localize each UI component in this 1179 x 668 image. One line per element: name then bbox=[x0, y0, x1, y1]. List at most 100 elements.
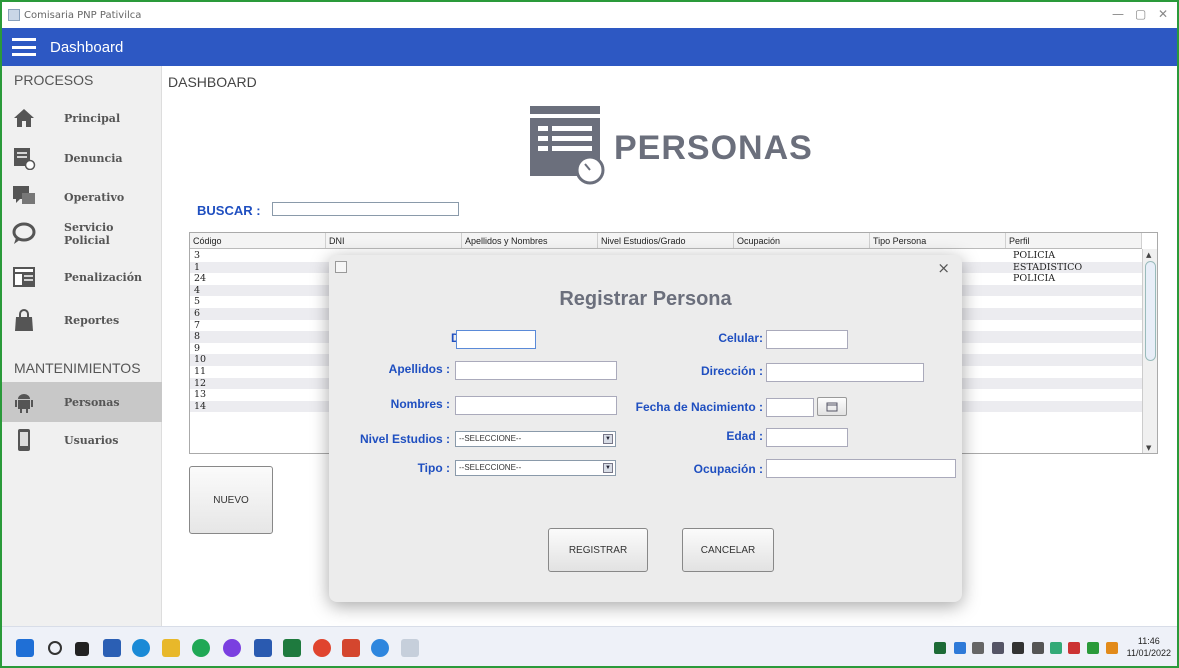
sidebar-item-label: Penalización bbox=[64, 270, 143, 284]
tray-security-icon[interactable] bbox=[1068, 642, 1080, 654]
sidebar-item-principal[interactable]: Principal bbox=[2, 98, 162, 138]
cell-codigo: 14 bbox=[194, 400, 207, 412]
sidebar-item-servicio-policial[interactable]: Servicio Policial bbox=[2, 214, 162, 254]
cancel-button[interactable]: CANCELAR bbox=[682, 528, 774, 572]
java-app-icon bbox=[335, 261, 347, 273]
calendar-button[interactable] bbox=[817, 397, 847, 416]
sidebar-item-reportes[interactable]: Reportes bbox=[2, 300, 162, 340]
tray-network-icon[interactable] bbox=[1050, 642, 1062, 654]
chevron-down-icon: ▼ bbox=[603, 463, 613, 473]
word-icon[interactable] bbox=[254, 639, 272, 657]
cell-codigo: 8 bbox=[194, 331, 201, 343]
nombres-field[interactable] bbox=[455, 396, 617, 415]
nivel-estudios-value: --SELECCIONE-- bbox=[459, 434, 522, 443]
sidebar-item-label: Personas bbox=[64, 395, 120, 409]
windows-start-icon[interactable] bbox=[16, 639, 34, 657]
clock[interactable]: 11:46 11/01/2022 bbox=[1127, 635, 1171, 659]
messenger-icon[interactable] bbox=[223, 639, 241, 657]
apellidos-field[interactable] bbox=[455, 361, 617, 380]
minimize-icon[interactable]: — bbox=[1112, 7, 1124, 21]
sidebar-item-penalizacion[interactable]: Penalización bbox=[2, 257, 162, 297]
display-icon[interactable] bbox=[992, 642, 1004, 654]
chevron-down-icon: ▼ bbox=[603, 434, 613, 444]
search-input[interactable] bbox=[272, 202, 459, 216]
celular-field[interactable] bbox=[766, 330, 848, 349]
sidebar-item-label: Principal bbox=[64, 111, 121, 125]
cell-codigo: 6 bbox=[194, 307, 201, 319]
java-app-icon bbox=[8, 9, 20, 21]
app-icon[interactable] bbox=[371, 639, 389, 657]
scroll-down-icon[interactable]: ▼ bbox=[1146, 444, 1151, 452]
search-label: BUSCAR : bbox=[197, 203, 261, 218]
scroll-thumb[interactable] bbox=[1145, 261, 1156, 361]
tipo-select[interactable]: --SELECCIONE-- ▼ bbox=[455, 460, 616, 476]
calendar-icon bbox=[826, 402, 838, 412]
header-title: Dashboard bbox=[50, 38, 124, 56]
whatsapp-icon[interactable] bbox=[192, 639, 210, 657]
registrar-button[interactable]: REGISTRAR bbox=[548, 528, 648, 572]
sidebar-item-usuarios[interactable]: Usuarios bbox=[2, 420, 162, 460]
excel-icon[interactable] bbox=[283, 639, 301, 657]
tray-update-icon[interactable] bbox=[1106, 642, 1118, 654]
column-header[interactable]: Tipo Persona bbox=[870, 233, 1006, 248]
clock-time: 11:46 bbox=[1137, 636, 1160, 646]
sidebar-item-personas[interactable]: Personas bbox=[2, 382, 162, 422]
wifi-icon[interactable] bbox=[1032, 642, 1044, 654]
hamburger-menu-icon[interactable] bbox=[12, 38, 36, 56]
task-view-icon[interactable] bbox=[75, 642, 89, 656]
widgets-icon[interactable] bbox=[103, 639, 121, 657]
sidebar-item-label: Operativo bbox=[64, 190, 125, 204]
column-header[interactable]: DNI bbox=[326, 233, 462, 248]
column-header[interactable]: Código bbox=[190, 233, 326, 248]
fecha-nacimiento-label: Fecha de Nacimiento : bbox=[635, 400, 763, 414]
sidebar-item-operativo[interactable]: Operativo bbox=[2, 177, 162, 217]
scroll-up-icon[interactable]: ▲ bbox=[1146, 251, 1151, 259]
search-icon[interactable] bbox=[48, 641, 62, 655]
column-header[interactable]: Perfil bbox=[1006, 233, 1142, 248]
cell-perfil: POLICIA bbox=[1013, 273, 1056, 285]
volume-icon[interactable] bbox=[972, 642, 984, 654]
chat-bubbles-icon bbox=[13, 186, 35, 204]
cell-codigo: 4 bbox=[194, 284, 201, 296]
phone-icon bbox=[18, 429, 30, 451]
table-scrollbar[interactable]: ▲ ▼ bbox=[1142, 249, 1157, 453]
nivel-estudios-select[interactable]: --SELECCIONE-- ▼ bbox=[455, 431, 616, 447]
new-button[interactable]: NUEVO bbox=[189, 466, 273, 534]
tray-app-icon[interactable] bbox=[934, 642, 946, 654]
column-header[interactable]: Nivel Estudios/Grado bbox=[598, 233, 734, 248]
battery-icon[interactable] bbox=[1012, 642, 1024, 654]
cell-codigo: 9 bbox=[194, 342, 201, 354]
cell-codigo: 5 bbox=[194, 296, 201, 308]
sidebar-item-denuncia[interactable]: Denuncia bbox=[2, 138, 162, 178]
cell-codigo: 10 bbox=[194, 354, 207, 366]
tray-chrome-icon[interactable] bbox=[1087, 642, 1099, 654]
android-icon bbox=[15, 394, 33, 413]
tray-drive-icon[interactable] bbox=[954, 642, 966, 654]
cell-codigo: 11 bbox=[194, 365, 207, 377]
edge-icon[interactable] bbox=[132, 639, 150, 657]
office-icon[interactable] bbox=[342, 639, 360, 657]
taskbar: 11:46 11/01/2022 bbox=[2, 626, 1177, 666]
tipo-label: Tipo : bbox=[417, 461, 450, 475]
cell-codigo: 13 bbox=[194, 389, 207, 401]
dni-field[interactable] bbox=[456, 330, 536, 349]
page-title: DASHBOARD bbox=[168, 74, 257, 90]
ocupacion-label: Ocupación : bbox=[693, 462, 763, 476]
ocupacion-field[interactable] bbox=[766, 459, 956, 478]
file-explorer-icon[interactable] bbox=[162, 639, 180, 657]
registrar-persona-dialog: × Registrar Persona DNI : Apellidos : No… bbox=[329, 255, 962, 602]
nombres-label: Nombres : bbox=[390, 397, 450, 411]
close-window-icon[interactable]: ✕ bbox=[1158, 7, 1168, 21]
column-header[interactable]: Ocupación bbox=[734, 233, 870, 248]
edad-field[interactable] bbox=[766, 428, 848, 447]
nivel-estudios-label: Nivel Estudios : bbox=[359, 432, 450, 446]
fecha-nacimiento-field[interactable] bbox=[766, 398, 814, 417]
java-app-taskbar-icon[interactable] bbox=[401, 639, 419, 657]
close-icon[interactable]: × bbox=[937, 259, 950, 277]
chrome-icon[interactable] bbox=[313, 639, 331, 657]
dialog-title: Registrar Persona bbox=[559, 288, 732, 310]
column-header[interactable]: Apellidos y Nombres bbox=[462, 233, 598, 248]
restore-icon[interactable]: ▢ bbox=[1135, 7, 1146, 21]
table-header: Código DNI Apellidos y Nombres Nivel Est… bbox=[190, 233, 1142, 249]
direccion-field[interactable] bbox=[766, 363, 924, 382]
